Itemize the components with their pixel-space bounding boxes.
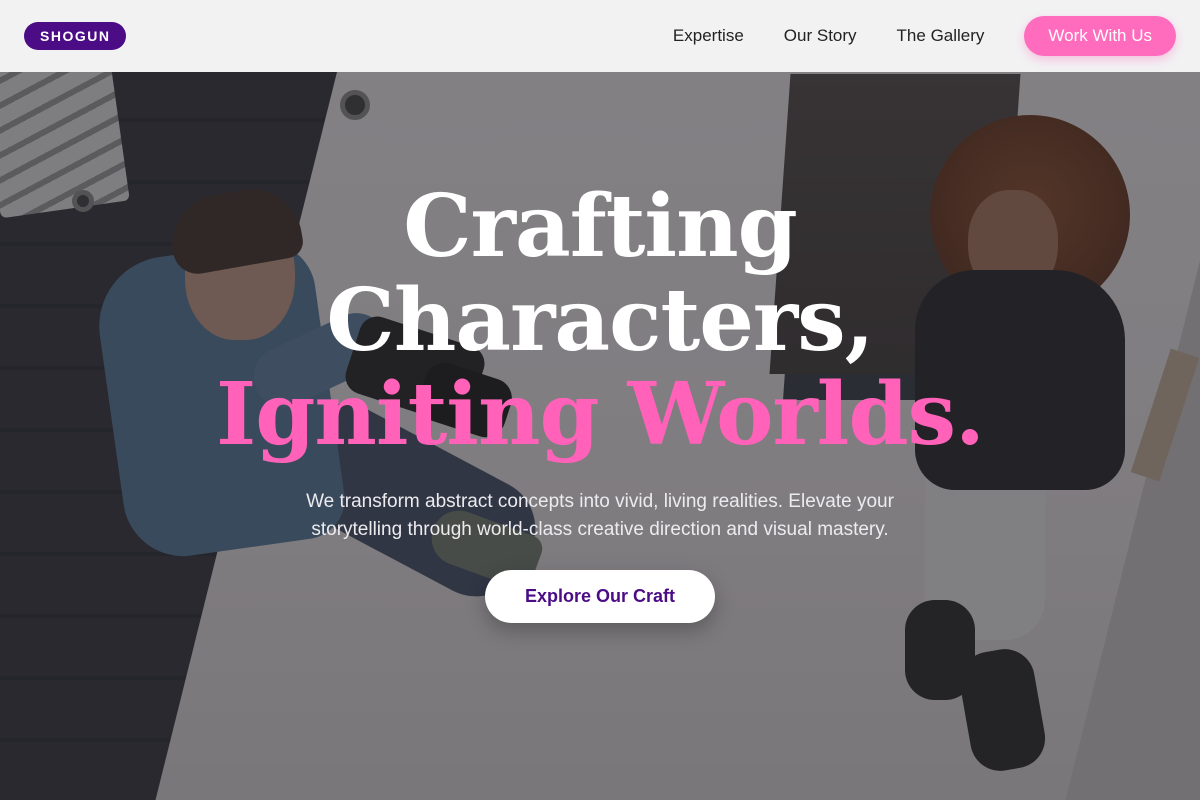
hero-headline: Crafting Characters, Igniting Worlds. (0, 180, 1200, 462)
top-navbar: SHOGUN Expertise Our Story The Gallery W… (0, 0, 1200, 72)
headline-line-2: Characters, (326, 270, 874, 371)
work-with-us-button[interactable]: Work With Us (1024, 16, 1176, 56)
nav-link-gallery[interactable]: The Gallery (897, 26, 985, 46)
explore-our-craft-button[interactable]: Explore Our Craft (485, 570, 715, 623)
headline-line-1: Crafting (403, 176, 798, 277)
nav-link-expertise[interactable]: Expertise (673, 26, 744, 46)
hero-content: Crafting Characters, Igniting Worlds. We… (0, 180, 1200, 623)
logo[interactable]: SHOGUN (24, 22, 127, 50)
hero-subtitle: We transform abstract concepts into vivi… (306, 491, 894, 540)
headline-accent: Igniting Worlds. (216, 364, 985, 465)
nav-link-our-story[interactable]: Our Story (784, 26, 857, 46)
nav-links: Expertise Our Story The Gallery Work Wit… (633, 16, 1176, 56)
